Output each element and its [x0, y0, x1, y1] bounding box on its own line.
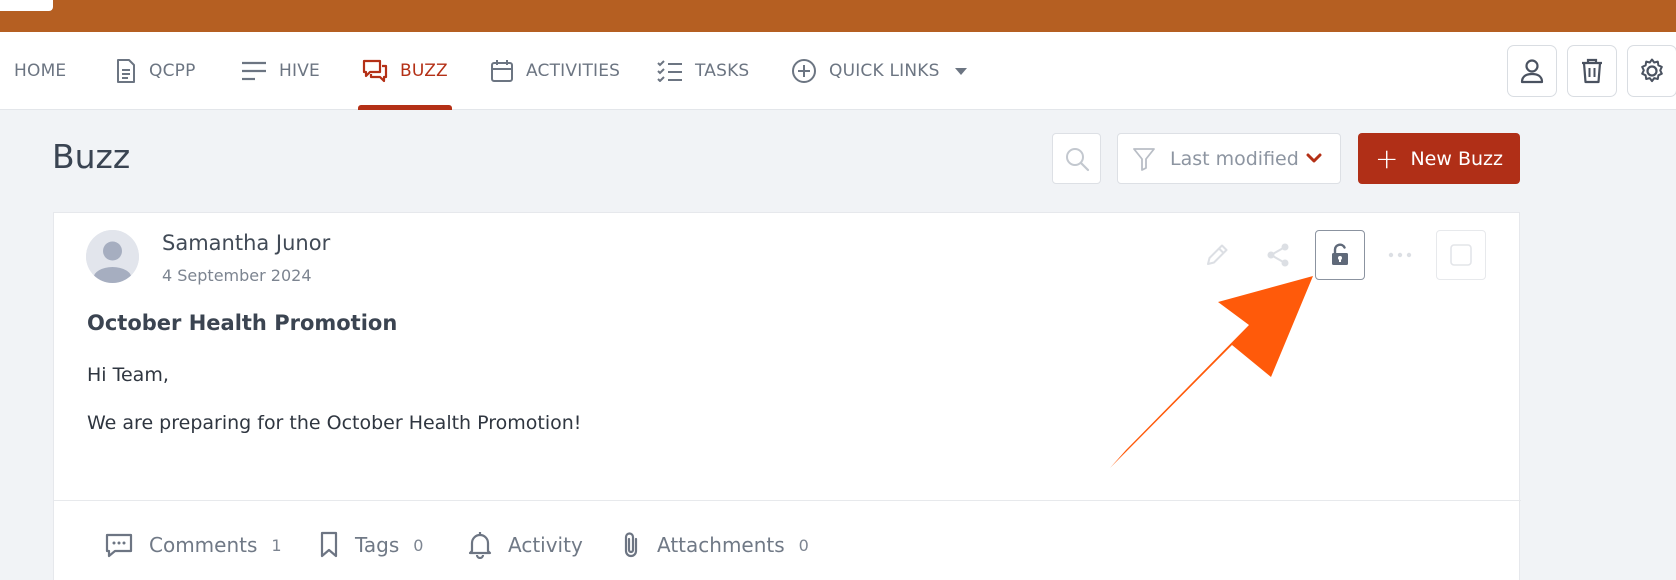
chat-icon	[362, 59, 388, 83]
plus-circle-icon	[792, 59, 816, 83]
user-icon	[1520, 59, 1544, 84]
tab-attachments[interactable]: Attachments 0	[621, 525, 809, 565]
nav-item-label: ACTIVITIES	[526, 61, 621, 81]
tab-label: Comments	[149, 533, 258, 557]
settings-button[interactable]	[1627, 45, 1676, 97]
nav-item-activities[interactable]: ACTIVITIES	[490, 32, 620, 110]
nav-item-tasks[interactable]: TASKS	[657, 32, 749, 110]
nav-item-label: QUICK LINKS	[829, 61, 940, 81]
chevron-down-icon	[1306, 153, 1322, 163]
nav-item-home[interactable]: HOME	[0, 32, 66, 110]
app-logo[interactable]	[0, 0, 53, 11]
nav-item-hive[interactable]: HIVE	[241, 32, 320, 110]
main-nav: HOME QCPP HIVE BUZZ ACTIVITIES TASKS QUI…	[0, 32, 1676, 110]
share-icon	[1267, 243, 1289, 267]
paperclip-icon	[624, 532, 638, 558]
new-buzz-button[interactable]: + New Buzz	[1358, 133, 1520, 184]
nav-item-label: HOME	[14, 61, 67, 81]
pencil-icon	[1207, 244, 1228, 265]
post-title: October Health Promotion	[87, 311, 398, 335]
more-options-button[interactable]	[1375, 230, 1425, 280]
unlock-icon	[1332, 243, 1348, 265]
default-avatar-icon	[86, 230, 139, 283]
tag-count: 0	[413, 535, 424, 555]
post-author[interactable]: Samantha Junor	[162, 231, 330, 255]
tab-activity[interactable]: Activity	[468, 525, 583, 565]
comment-count: 1	[271, 535, 282, 555]
top-banner	[0, 0, 1676, 32]
nav-item-qcpp[interactable]: QCPP	[115, 32, 196, 110]
nav-item-label: BUZZ	[400, 61, 448, 81]
page-title: Buzz	[52, 137, 131, 176]
calendar-icon	[491, 60, 513, 82]
trash-button[interactable]	[1567, 45, 1617, 97]
lines-icon	[242, 61, 266, 81]
sort-filter-label: Last modified	[1170, 147, 1299, 170]
tab-label: Attachments	[657, 533, 785, 557]
plus-icon: +	[1375, 141, 1399, 175]
tab-comments[interactable]: Comments 1	[105, 525, 282, 565]
gear-icon	[1641, 58, 1663, 83]
checkbox-icon	[1450, 244, 1472, 266]
sort-filter-dropdown[interactable]: Last modified	[1117, 133, 1341, 184]
search-button[interactable]	[1052, 133, 1101, 184]
nav-item-buzz[interactable]: BUZZ	[362, 32, 448, 110]
select-checkbox[interactable]	[1436, 230, 1486, 280]
trash-icon	[1582, 58, 1602, 84]
comment-icon	[105, 533, 133, 558]
active-tab-indicator	[358, 105, 452, 110]
edit-button[interactable]	[1192, 230, 1242, 280]
document-icon	[117, 59, 135, 83]
checklist-icon	[657, 60, 682, 82]
tab-label: Activity	[508, 533, 583, 557]
post-date: 4 September 2024	[162, 266, 312, 285]
lock-toggle-button[interactable]	[1315, 230, 1365, 280]
post-body-line: We are preparing for the October Health …	[87, 412, 582, 434]
new-buzz-label: New Buzz	[1410, 147, 1503, 170]
post-body-line: Hi Team,	[87, 364, 169, 386]
tab-label: Tags	[355, 533, 400, 557]
profile-button[interactable]	[1507, 45, 1557, 97]
nav-item-label: TASKS	[695, 61, 750, 81]
nav-item-label: QCPP	[149, 61, 196, 81]
bell-icon	[468, 532, 492, 559]
card-divider	[54, 500, 1521, 501]
funnel-icon	[1133, 147, 1155, 171]
search-icon	[1065, 147, 1089, 171]
share-button[interactable]	[1253, 230, 1303, 280]
avatar	[86, 230, 139, 283]
home-icon	[0, 61, 2, 81]
buzz-post-card: Samantha Junor 4 September 2024 October …	[53, 212, 1521, 580]
caret-down-icon	[954, 68, 967, 75]
nav-item-label: HIVE	[279, 61, 320, 81]
bookmark-icon	[320, 531, 338, 558]
ellipsis-icon	[1388, 252, 1412, 258]
nav-item-quick-links[interactable]: QUICK LINKS	[791, 32, 968, 110]
tab-tags[interactable]: Tags 0	[319, 525, 423, 565]
attachment-count: 0	[798, 535, 809, 555]
